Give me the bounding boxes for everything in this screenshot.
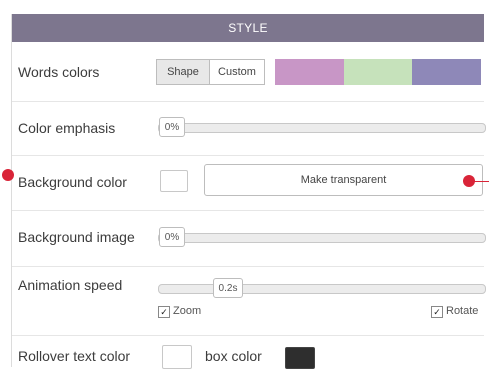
background-image-label: Background image bbox=[18, 229, 135, 245]
color-emphasis-slider[interactable]: 0% bbox=[158, 117, 486, 137]
box-color-label: box color bbox=[205, 348, 262, 364]
color-emphasis-thumb[interactable]: 0% bbox=[159, 117, 185, 137]
rollover-text-color-picker[interactable] bbox=[162, 345, 192, 369]
rotate-label: Rotate bbox=[446, 305, 479, 317]
animation-speed-slider[interactable]: 0.2s bbox=[158, 278, 486, 298]
animation-speed-thumb[interactable]: 0.2s bbox=[213, 278, 243, 298]
color-emphasis-row: Color emphasis 0% bbox=[12, 102, 486, 156]
color-swatch-2[interactable] bbox=[344, 59, 412, 85]
rotate-checkbox[interactable]: ✓ Rotate bbox=[431, 305, 478, 318]
animation-speed-label: Animation speed bbox=[18, 277, 123, 293]
background-color-picker[interactable] bbox=[160, 170, 188, 192]
panel-header: STYLE bbox=[12, 14, 484, 42]
animation-speed-row: Animation speed 0.2s ✓ Zoom ✓ Rotate bbox=[12, 267, 486, 336]
make-transparent-button[interactable]: Make transparent bbox=[204, 164, 483, 196]
background-image-slider[interactable]: 0% bbox=[158, 227, 486, 247]
zoom-label: Zoom bbox=[173, 305, 202, 317]
words-colors-row: Words colors Shape Custom bbox=[12, 42, 484, 102]
box-color-picker[interactable] bbox=[285, 347, 315, 369]
color-emphasis-label: Color emphasis bbox=[18, 120, 116, 136]
color-swatch-1[interactable] bbox=[275, 59, 344, 85]
style-panel: STYLE Words colors Shape Custom Color em… bbox=[11, 14, 486, 369]
zoom-checkbox[interactable]: ✓ Zoom bbox=[158, 305, 201, 318]
color-swatch-3[interactable] bbox=[412, 59, 481, 85]
custom-button[interactable]: Custom bbox=[209, 59, 265, 85]
right-marker-line bbox=[474, 181, 489, 182]
words-colors-label: Words colors bbox=[18, 64, 100, 80]
background-image-row: Background image 0% bbox=[12, 211, 486, 267]
rollover-row: Rollover text color box color bbox=[12, 336, 484, 369]
rollover-text-color-label: Rollover text color bbox=[18, 348, 131, 364]
background-color-label: Background color bbox=[18, 174, 127, 190]
left-marker-dot bbox=[2, 169, 14, 181]
background-color-row: Background color Make transparent bbox=[12, 156, 484, 211]
background-image-thumb[interactable]: 0% bbox=[159, 227, 185, 247]
rotate-checkbox-box[interactable]: ✓ bbox=[431, 306, 443, 318]
shape-button[interactable]: Shape bbox=[156, 59, 210, 85]
zoom-checkbox-box[interactable]: ✓ bbox=[158, 306, 170, 318]
